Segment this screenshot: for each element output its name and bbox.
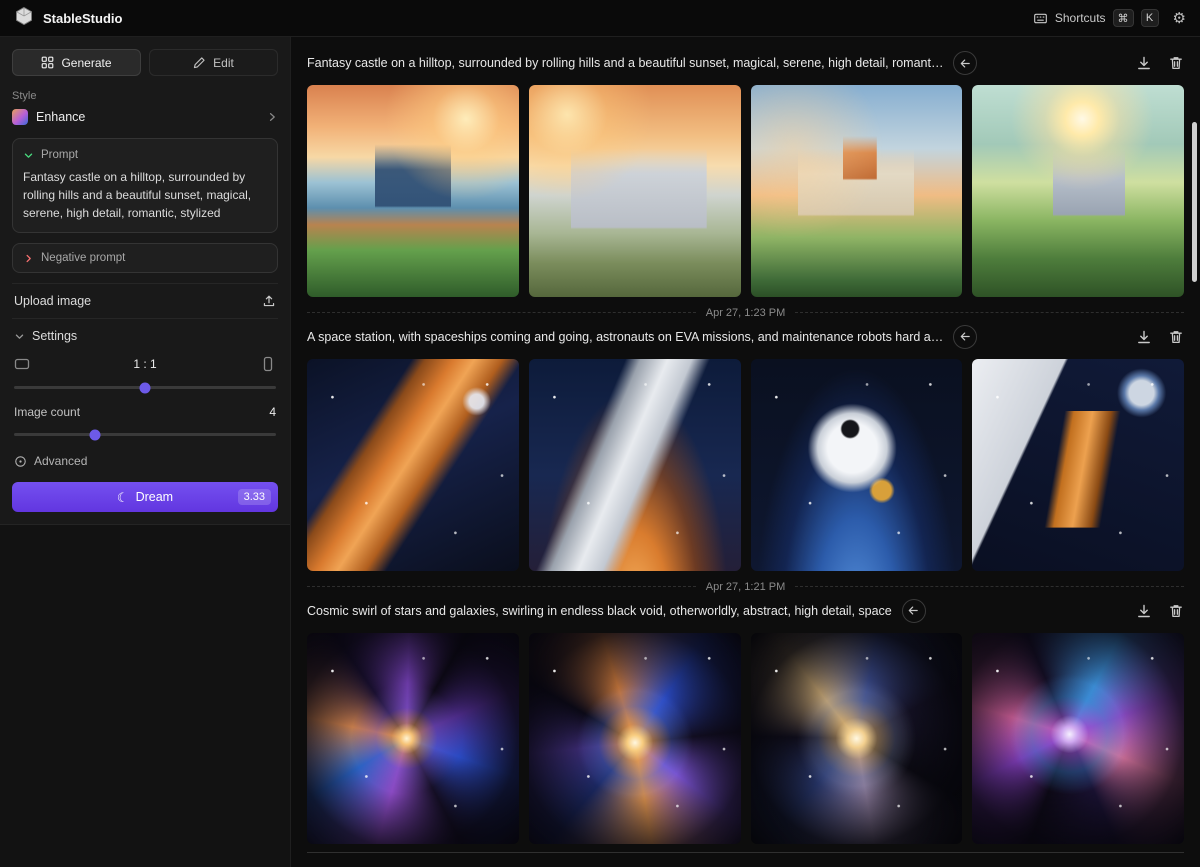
- dream-button[interactable]: ☾ Dream 3.33: [12, 482, 278, 512]
- aspect-ratio-slider[interactable]: [14, 386, 276, 389]
- generation-group: Cosmic swirl of stars and galaxies, swir…: [307, 599, 1184, 854]
- prompt-input[interactable]: Fantasy castle on a hilltop, surrounded …: [23, 168, 267, 222]
- generated-image[interactable]: [751, 359, 963, 571]
- scrollbar[interactable]: [1192, 122, 1197, 282]
- image-count-value: 4: [269, 405, 276, 419]
- style-label: Style: [12, 90, 278, 102]
- negative-prompt-title: Negative prompt: [41, 252, 125, 264]
- generation-prompt: A space station, with spaceships coming …: [307, 330, 943, 344]
- generated-image[interactable]: [307, 85, 519, 297]
- generation-timestamp: Apr 27, 1:21 PM: [706, 581, 786, 593]
- prompt-card-title: Prompt: [41, 149, 78, 161]
- generation-prompt: Cosmic swirl of stars and galaxies, swir…: [307, 604, 892, 618]
- generated-image[interactable]: [307, 359, 519, 571]
- app-window: StableStudio Shortcuts ⌘ K ⚙: [0, 0, 1200, 867]
- style-thumbnail-icon: [12, 109, 28, 125]
- tab-generate[interactable]: Generate: [12, 49, 141, 76]
- settings-gear-button[interactable]: ⚙: [1173, 11, 1186, 26]
- settings-toggle[interactable]: Settings: [12, 318, 278, 356]
- portrait-icon: [260, 356, 276, 372]
- generated-image[interactable]: [972, 359, 1184, 571]
- reuse-prompt-button[interactable]: [902, 599, 926, 623]
- generated-image[interactable]: [307, 633, 519, 845]
- advanced-icon: [14, 455, 27, 468]
- advanced-label: Advanced: [34, 454, 87, 468]
- shortcuts-button[interactable]: Shortcuts ⌘ K: [1033, 9, 1159, 27]
- grid-icon: [41, 56, 54, 69]
- image-grid: [307, 85, 1184, 297]
- generation-timestamp: Apr 27, 1:23 PM: [706, 307, 786, 319]
- dream-button-label: Dream: [136, 490, 174, 504]
- landscape-icon: [14, 356, 30, 372]
- generated-image[interactable]: [529, 359, 741, 571]
- timestamp-divider: Apr 27, 1:23 PM: [307, 307, 1184, 319]
- negative-prompt-card[interactable]: Negative prompt: [12, 243, 278, 273]
- image-count-label: Image count: [14, 405, 80, 419]
- download-button[interactable]: [1136, 603, 1152, 619]
- moon-icon: ☾: [117, 491, 129, 504]
- reuse-prompt-button[interactable]: [953, 51, 977, 75]
- image-count-slider[interactable]: [14, 433, 276, 436]
- generation-prompt: Fantasy castle on a hilltop, surrounded …: [307, 56, 943, 70]
- sidebar: Generate Edit Style Enhance: [0, 37, 291, 867]
- chevron-right-icon: [266, 111, 278, 123]
- aspect-ratio-slider-thumb[interactable]: [140, 382, 151, 393]
- advanced-toggle[interactable]: Advanced: [12, 452, 278, 482]
- generations-feed: Fantasy castle on a hilltop, surrounded …: [291, 37, 1200, 867]
- upload-image-button[interactable]: Upload image: [12, 283, 278, 318]
- app-title: StableStudio: [43, 11, 122, 26]
- generate-panel: Generate Edit Style Enhance: [0, 37, 290, 525]
- image-count-control: Image count 4: [12, 405, 278, 419]
- generated-image[interactable]: [751, 85, 963, 297]
- download-button[interactable]: [1136, 55, 1152, 71]
- next-divider-edge: [307, 852, 1184, 853]
- kbd-k: K: [1141, 9, 1159, 27]
- topbar: StableStudio Shortcuts ⌘ K ⚙: [0, 0, 1200, 37]
- kbd-cmd: ⌘: [1113, 9, 1134, 27]
- generated-image[interactable]: [751, 633, 963, 845]
- delete-button[interactable]: [1168, 329, 1184, 345]
- pencil-icon: [193, 56, 206, 69]
- style-value: Enhance: [36, 110, 85, 124]
- chevron-right-icon: [23, 253, 34, 264]
- image-grid: [307, 359, 1184, 571]
- prompt-card-header[interactable]: Prompt: [23, 149, 267, 161]
- app-logo-icon: [14, 6, 34, 31]
- shortcuts-label: Shortcuts: [1055, 11, 1106, 25]
- aspect-ratio-value: 1 : 1: [133, 357, 156, 371]
- delete-button[interactable]: [1168, 55, 1184, 71]
- image-count-slider-thumb[interactable]: [90, 429, 101, 440]
- download-button[interactable]: [1136, 329, 1152, 345]
- tab-generate-label: Generate: [61, 56, 111, 70]
- image-grid: [307, 633, 1184, 845]
- tab-edit[interactable]: Edit: [149, 49, 278, 76]
- tab-edit-label: Edit: [213, 56, 234, 70]
- delete-button[interactable]: [1168, 603, 1184, 619]
- settings-label: Settings: [32, 329, 77, 343]
- generated-image[interactable]: [972, 85, 1184, 297]
- chevron-down-icon: [14, 331, 25, 342]
- chevron-down-icon: [23, 150, 34, 161]
- upload-image-label: Upload image: [14, 294, 91, 308]
- style-selector[interactable]: Enhance: [12, 109, 278, 138]
- dream-cost-badge: 3.33: [238, 489, 271, 505]
- timestamp-divider: Apr 27, 1:21 PM: [307, 581, 1184, 593]
- prompt-card: Prompt Fantasy castle on a hilltop, surr…: [12, 138, 278, 233]
- reuse-prompt-button[interactable]: [953, 325, 977, 349]
- generation-group: Fantasy castle on a hilltop, surrounded …: [307, 51, 1184, 319]
- mode-tabs: Generate Edit: [12, 49, 278, 76]
- keyboard-icon: [1033, 11, 1048, 26]
- gear-icon: ⚙: [1173, 11, 1186, 26]
- aspect-ratio-control: 1 : 1: [12, 356, 278, 372]
- generated-image[interactable]: [972, 633, 1184, 845]
- generated-image[interactable]: [529, 633, 741, 845]
- generation-group: A space station, with spaceships coming …: [307, 325, 1184, 593]
- upload-icon: [262, 294, 276, 308]
- generated-image[interactable]: [529, 85, 741, 297]
